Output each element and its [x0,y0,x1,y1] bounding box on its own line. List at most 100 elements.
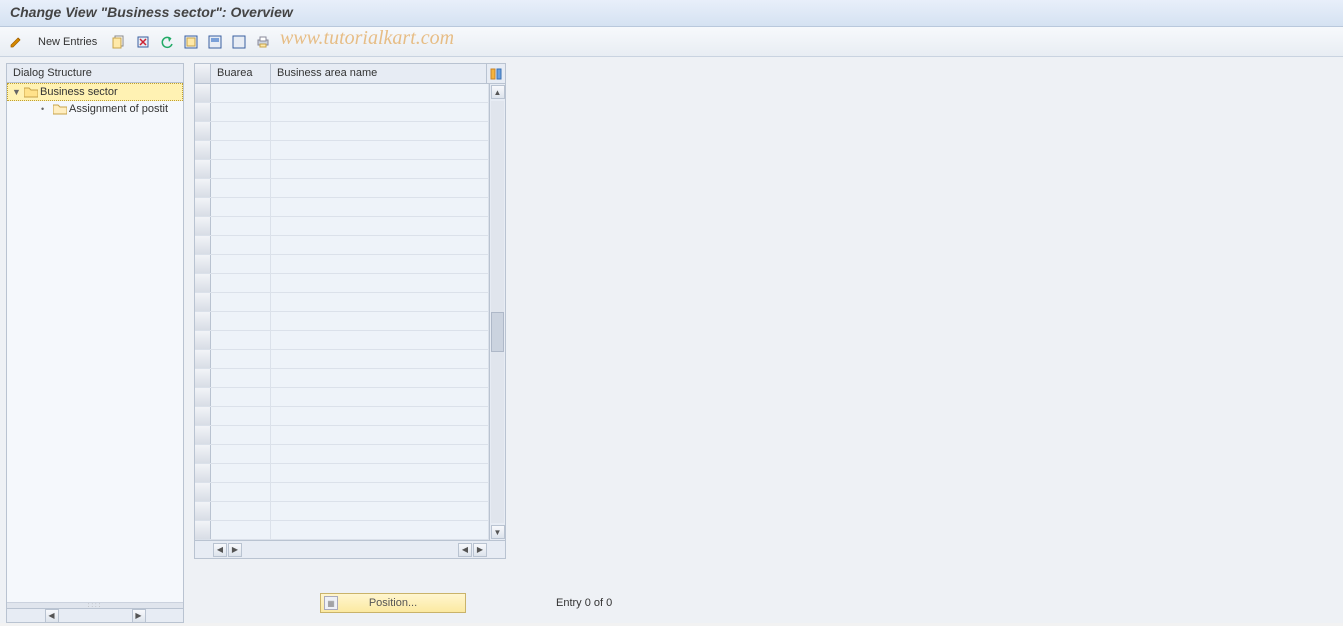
cell-name[interactable] [271,179,489,197]
row-selector[interactable] [195,179,211,197]
row-selector[interactable] [195,84,211,102]
row-selector[interactable] [195,445,211,463]
delete-icon[interactable] [133,32,153,52]
table-row[interactable] [195,388,489,407]
cell-buarea[interactable] [211,521,271,539]
cell-name[interactable] [271,141,489,159]
cell-name[interactable] [271,312,489,330]
cell-buarea[interactable] [211,312,271,330]
cell-name[interactable] [271,464,489,482]
cell-buarea[interactable] [211,160,271,178]
row-selector[interactable] [195,388,211,406]
table-row[interactable] [195,141,489,160]
cell-name[interactable] [271,350,489,368]
table-row[interactable] [195,179,489,198]
row-selector[interactable] [195,331,211,349]
scroll-right-icon[interactable]: ◀ [458,543,472,557]
cell-name[interactable] [271,483,489,501]
table-row[interactable] [195,236,489,255]
new-entries-button[interactable]: New Entries [30,34,105,50]
cell-buarea[interactable] [211,426,271,444]
row-selector-header[interactable] [195,64,211,83]
select-block-icon[interactable] [205,32,225,52]
copy-as-icon[interactable] [109,32,129,52]
row-selector[interactable] [195,122,211,140]
cell-name[interactable] [271,521,489,539]
cell-name[interactable] [271,426,489,444]
cell-name[interactable] [271,293,489,311]
cell-buarea[interactable] [211,84,271,102]
scroll-thumb[interactable] [491,312,504,352]
table-row[interactable] [195,217,489,236]
tree-item-business-sector[interactable]: ▼ Business sector [7,83,183,101]
cell-name[interactable] [271,502,489,520]
cell-buarea[interactable] [211,274,271,292]
scroll-up-icon[interactable]: ▲ [491,85,505,99]
cell-buarea[interactable] [211,141,271,159]
cell-name[interactable] [271,84,489,102]
cell-name[interactable] [271,103,489,121]
scroll-first-icon[interactable]: ◀ [213,543,227,557]
cell-buarea[interactable] [211,331,271,349]
table-row[interactable] [195,502,489,521]
cell-buarea[interactable] [211,217,271,235]
cell-buarea[interactable] [211,483,271,501]
table-row[interactable] [195,198,489,217]
table-row[interactable] [195,122,489,141]
deselect-all-icon[interactable] [229,32,249,52]
toggle-change-icon[interactable] [6,32,26,52]
table-row[interactable] [195,255,489,274]
cell-name[interactable] [271,369,489,387]
column-header-buarea[interactable]: Buarea [211,64,271,83]
row-selector[interactable] [195,407,211,425]
cell-buarea[interactable] [211,103,271,121]
cell-buarea[interactable] [211,369,271,387]
row-selector[interactable] [195,483,211,501]
position-button[interactable]: ▦ Position... [320,593,466,613]
cell-name[interactable] [271,160,489,178]
scroll-track[interactable] [491,101,504,523]
row-selector[interactable] [195,198,211,216]
scroll-right-icon[interactable]: ▶ [132,609,146,623]
table-row[interactable] [195,293,489,312]
cell-name[interactable] [271,122,489,140]
row-selector[interactable] [195,521,211,539]
table-row[interactable] [195,312,489,331]
cell-buarea[interactable] [211,502,271,520]
row-selector[interactable] [195,502,211,520]
row-selector[interactable] [195,255,211,273]
cell-name[interactable] [271,255,489,273]
table-row[interactable] [195,407,489,426]
vertical-scrollbar[interactable]: ▲ ▼ [489,84,505,540]
row-selector[interactable] [195,141,211,159]
row-selector[interactable] [195,274,211,292]
scroll-down-icon[interactable]: ▼ [491,525,505,539]
cell-buarea[interactable] [211,293,271,311]
cell-name[interactable] [271,331,489,349]
table-row[interactable] [195,464,489,483]
table-settings-icon[interactable] [487,64,505,83]
cell-name[interactable] [271,407,489,425]
undo-icon[interactable] [157,32,177,52]
table-row[interactable] [195,426,489,445]
cell-name[interactable] [271,388,489,406]
row-selector[interactable] [195,103,211,121]
table-row[interactable] [195,331,489,350]
cell-buarea[interactable] [211,198,271,216]
table-row[interactable] [195,369,489,388]
cell-buarea[interactable] [211,388,271,406]
row-selector[interactable] [195,464,211,482]
cell-name[interactable] [271,217,489,235]
cell-buarea[interactable] [211,445,271,463]
select-all-icon[interactable] [181,32,201,52]
table-row[interactable] [195,103,489,122]
cell-buarea[interactable] [211,122,271,140]
row-selector[interactable] [195,350,211,368]
row-selector[interactable] [195,293,211,311]
table-row[interactable] [195,521,489,540]
scroll-left-icon[interactable]: ▶ [228,543,242,557]
cell-buarea[interactable] [211,464,271,482]
row-selector[interactable] [195,217,211,235]
cell-buarea[interactable] [211,179,271,197]
scroll-last-icon[interactable]: ▶ [473,543,487,557]
